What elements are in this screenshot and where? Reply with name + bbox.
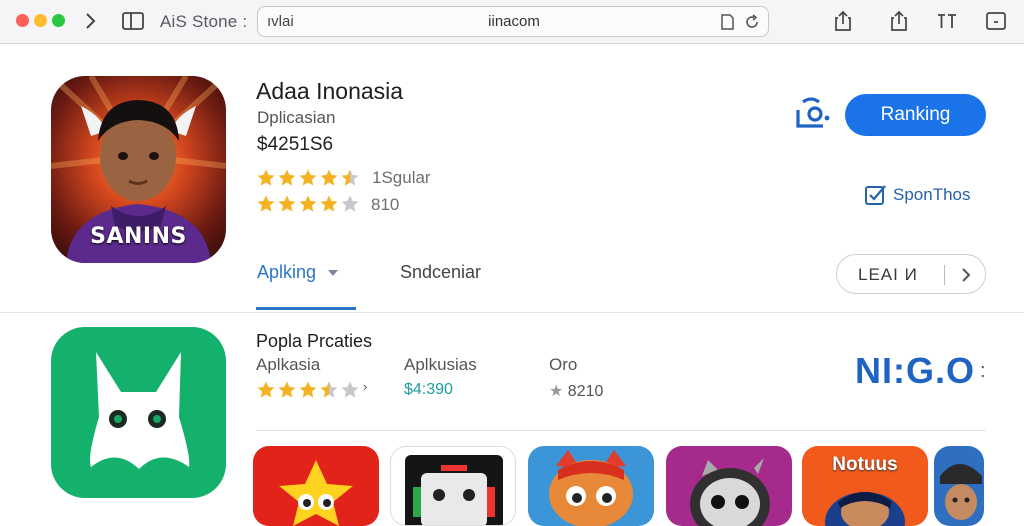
chevron-down-icon	[328, 270, 339, 277]
notuus-label: Notuus	[832, 454, 898, 475]
learn-button[interactable]: LEAI И	[836, 254, 986, 294]
hero-app-icon[interactable]: SANINS	[51, 76, 226, 263]
star-icon	[257, 169, 275, 186]
hero-icon-label: SANINS	[90, 224, 187, 249]
sport-link[interactable]: SponThos	[864, 184, 971, 206]
star-icon	[278, 381, 296, 398]
star-icon	[299, 195, 317, 212]
rating-stars-secondary	[256, 194, 360, 214]
export-icon[interactable]	[888, 9, 910, 33]
app-subtitle: Dplicasian	[257, 108, 336, 127]
reload-icon[interactable]	[744, 13, 760, 31]
col2-label: Aplkusias	[404, 355, 477, 374]
ninja-character-icon	[690, 458, 770, 526]
portrait-character-icon	[940, 464, 982, 520]
star-icon	[320, 195, 338, 212]
star-icon	[341, 195, 359, 212]
close-window-button[interactable]	[16, 14, 29, 27]
game-tile-robot[interactable]	[390, 446, 516, 526]
row-divider	[256, 430, 986, 431]
star-icon	[320, 381, 338, 398]
minimize-window-button[interactable]	[34, 14, 47, 27]
active-tab-indicator	[256, 307, 356, 310]
app-price: $4251S6	[257, 134, 334, 155]
game-tile-ninja[interactable]	[666, 446, 792, 526]
col3-rating: ★ 8210	[549, 381, 603, 401]
reader-icon[interactable]	[720, 13, 734, 31]
tab-sndceniar[interactable]: Sndceniar	[400, 262, 481, 283]
cloud-download-icon[interactable]	[793, 96, 831, 132]
star-icon	[278, 195, 296, 212]
tab-aplking[interactable]: Aplking	[257, 262, 339, 283]
game-tile-notuus[interactable]: Notuus	[802, 446, 928, 526]
star-icon	[278, 169, 296, 186]
learn-button-divider	[944, 265, 945, 285]
more-menu-icon[interactable]: :	[980, 360, 986, 383]
star-icon	[341, 381, 359, 398]
tabs-overview-icon[interactable]	[935, 9, 959, 33]
section-divider	[0, 312, 1024, 313]
star-icon	[257, 195, 275, 212]
col2-price: $4:390	[404, 381, 453, 398]
brand-logo: NI:G.O	[855, 350, 975, 391]
address-bar[interactable]: ıvlai iinacom	[257, 6, 769, 37]
star-icon	[299, 169, 317, 186]
col1-rating-stars	[256, 380, 360, 400]
share-icon[interactable]	[832, 9, 854, 33]
chevron-right-icon	[962, 268, 971, 282]
browser-toolbar: AiS Stone : ıvlai iinacom	[0, 0, 1024, 44]
app-title: Adaa Inonasia	[256, 78, 404, 104]
game-tile-portrait[interactable]	[934, 446, 984, 526]
rating-stars	[256, 168, 360, 188]
sport-link-label: SponThos	[893, 185, 971, 204]
game-tile-fox[interactable]	[528, 446, 654, 526]
game-tile-star[interactable]	[253, 446, 379, 526]
green-app-icon[interactable]	[51, 327, 226, 498]
learn-button-label: LEAI И	[858, 265, 918, 284]
robot-character-icon	[405, 455, 503, 525]
star-small-icon: ★	[549, 383, 564, 400]
sidebar-toggle-icon[interactable]	[121, 9, 145, 33]
col1-label: Aplkasia	[256, 355, 321, 374]
ranking-button[interactable]: Ranking	[845, 94, 986, 136]
rating-count-secondary: 810	[371, 195, 400, 214]
new-tab-icon[interactable]	[985, 9, 1007, 33]
star-icon	[299, 381, 317, 398]
address-url: iinacom	[488, 13, 540, 30]
section-title: Popla Prcaties	[256, 331, 373, 351]
star-icon	[257, 381, 275, 398]
star-character-icon	[279, 460, 353, 526]
maximize-window-button[interactable]	[52, 14, 65, 27]
fox-character-icon	[549, 450, 633, 526]
col3-label: Oro	[549, 355, 578, 374]
rating-count: 1Sgular	[372, 168, 431, 187]
window-title: AiS Stone :	[160, 12, 248, 31]
star-icon	[320, 169, 338, 186]
checkbox-icon	[865, 185, 886, 205]
tab-aplking-label: Aplking	[257, 262, 317, 282]
star-icon	[341, 169, 359, 186]
col3-rating-text: 8210	[567, 383, 604, 400]
col1-rating-caret: ›	[363, 379, 368, 394]
back-chevron-icon[interactable]	[80, 9, 100, 33]
cat-app-artwork	[90, 352, 190, 469]
